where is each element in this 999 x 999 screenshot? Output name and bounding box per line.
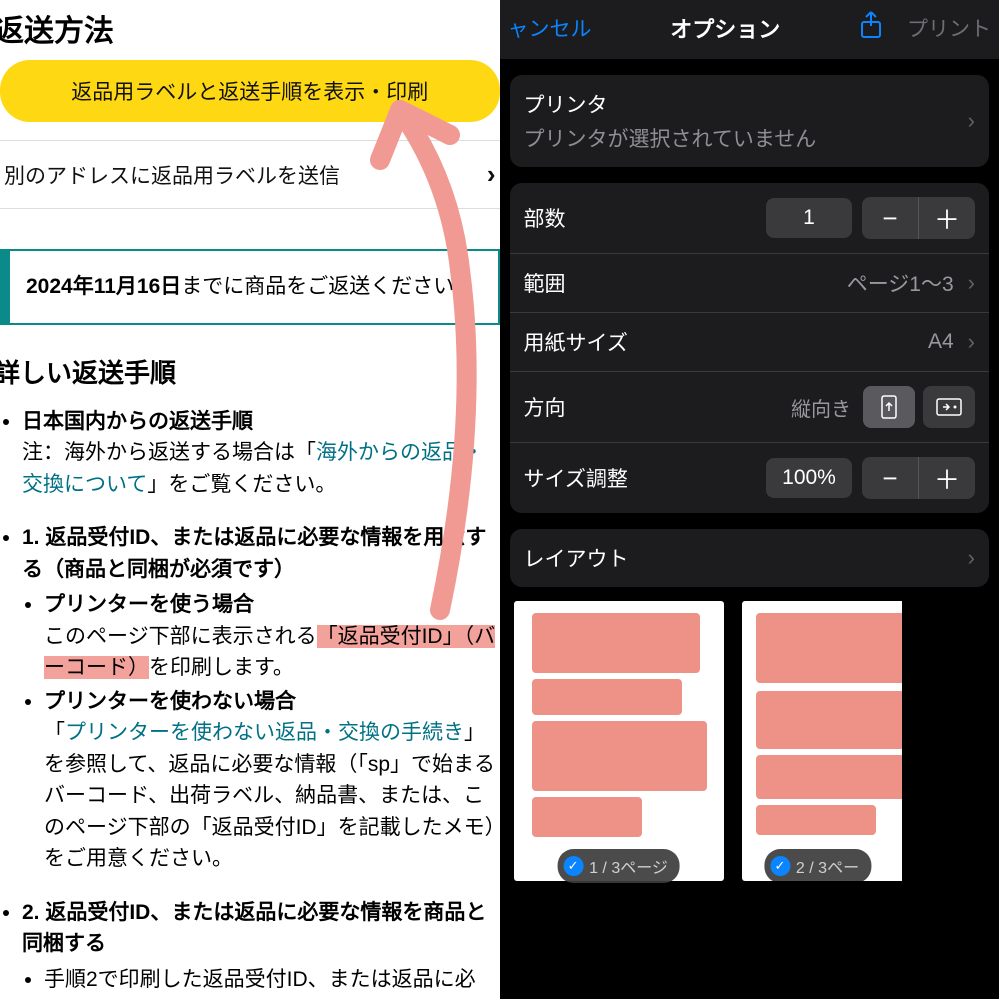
overseas-note: 注：海外から返送する場合は「海外からの返品・交換について」をご覧ください。 xyxy=(22,441,484,496)
orientation-label: 方向 xyxy=(524,392,566,422)
step1-heading: 1. 返品受付ID、または返品に必要な情報を用意する（商品と同梱が必須です） xyxy=(22,526,486,581)
deadline-date: 2024年11月16日 xyxy=(26,275,181,298)
scale-label: サイズ調整 xyxy=(524,463,628,493)
chevron-right-icon: › xyxy=(487,159,496,190)
scale-minus-button[interactable]: − xyxy=(862,457,918,499)
noprinter-procedure-link[interactable]: プリンターを使わない返品・交換の手続き xyxy=(65,721,464,744)
scale-value[interactable]: 100% xyxy=(766,458,852,498)
print-options-panel: ャンセル オプション プリント プリンタ プリンタが選択されていません › 部数… xyxy=(500,0,999,999)
step2-text: 手順2で印刷した返品受付ID、または返品に必 xyxy=(44,964,500,996)
return-instructions-panel: 返送方法 返品用ラベルと返送手順を表示・印刷 別のアドレスに返品用ラベルを送信 … xyxy=(0,0,500,999)
copies-value[interactable]: 1 xyxy=(766,198,852,238)
detailed-steps-heading: 詳しい返送手順 xyxy=(0,353,500,390)
range-label: 範囲 xyxy=(524,268,566,298)
chevron-right-icon: › xyxy=(968,329,975,355)
printer-case-heading: プリンターを使う場合 xyxy=(44,593,254,616)
range-row[interactable]: 範囲 ページ1〜3 › xyxy=(510,254,990,313)
send-label-to-address-row[interactable]: 別のアドレスに返品用ラベルを送信 › xyxy=(0,140,500,209)
page-thumbnails[interactable]: ✓ 1 / 3ページ ✓ 2 / 3ペー xyxy=(500,587,999,999)
send-label-text: 別のアドレスに返品用ラベルを送信 xyxy=(4,160,340,190)
step2-heading: 2. 返品受付ID、または返品に必要な情報を商品と同梱する xyxy=(22,901,486,956)
noprinter-case-heading: プリンターを使わない場合 xyxy=(44,690,296,713)
printer-value: プリンタが選択されていません xyxy=(524,123,817,153)
orientation-portrait-button[interactable] xyxy=(863,386,915,428)
return-deadline-notice: 2024年11月16日までに商品をご返送ください。 xyxy=(0,249,500,325)
scale-plus-button[interactable]: ＋ xyxy=(919,457,975,499)
check-icon: ✓ xyxy=(770,856,790,876)
print-button[interactable]: プリント xyxy=(907,13,991,43)
domestic-heading: 日本国内からの返送手順 xyxy=(22,410,253,433)
copies-plus-button[interactable]: ＋ xyxy=(919,197,975,239)
paper-size-row[interactable]: 用紙サイズ A4 › xyxy=(510,313,990,372)
layout-label: レイアウト xyxy=(524,543,629,573)
page-thumbnail-1[interactable]: ✓ 1 / 3ページ xyxy=(514,601,724,881)
chevron-right-icon: › xyxy=(968,545,975,571)
layout-group: レイアウト › xyxy=(510,529,990,587)
noprinter-case-text: 「プリンターを使わない返品・交換の手続き」を参照して、返品に必要な情報（「sp」… xyxy=(44,721,495,870)
copies-minus-button[interactable]: − xyxy=(862,197,918,239)
page-1-badge: ✓ 1 / 3ページ xyxy=(557,849,680,883)
printer-label: プリンタ xyxy=(524,89,608,119)
page-title: 返送方法 xyxy=(0,0,500,60)
orientation-row: 方向 縦向き xyxy=(510,372,990,443)
printer-case-text: このページ下部に表示される「返品受付ID」（バーコード）を印刷します。 xyxy=(44,625,495,680)
scale-row: サイズ調整 100% − ＋ xyxy=(510,443,990,513)
paper-size-value: A4 xyxy=(928,330,954,354)
scale-stepper: − ＋ xyxy=(862,457,975,499)
print-settings-group: 部数 1 − ＋ 範囲 ページ1〜3 › 用紙サイズ A4 › 方向 縦向き xyxy=(510,183,990,513)
show-print-label-button[interactable]: 返品用ラベルと返送手順を表示・印刷 xyxy=(0,60,500,122)
copies-stepper: − ＋ xyxy=(862,197,975,239)
paper-size-label: 用紙サイズ xyxy=(524,327,628,357)
range-value: ページ1〜3 xyxy=(847,268,954,298)
cancel-button[interactable]: ャンセル xyxy=(508,13,592,43)
share-icon[interactable] xyxy=(859,10,883,45)
deadline-rest: までに商品をご返送ください。 xyxy=(181,275,475,298)
page-thumbnail-2[interactable]: ✓ 2 / 3ペー xyxy=(742,601,902,881)
orientation-landscape-button[interactable] xyxy=(923,386,975,428)
chevron-right-icon: › xyxy=(968,108,975,134)
layout-row[interactable]: レイアウト › xyxy=(510,529,990,587)
copies-label: 部数 xyxy=(524,203,566,233)
orientation-value: 縦向き xyxy=(791,393,851,422)
nav-bar: ャンセル オプション プリント xyxy=(500,0,999,59)
options-title: オプション xyxy=(670,12,780,44)
check-icon: ✓ xyxy=(563,856,583,876)
copies-row: 部数 1 − ＋ xyxy=(510,183,990,254)
printer-row[interactable]: プリンタ プリンタが選択されていません › xyxy=(510,75,990,167)
steps-list: 日本国内からの返送手順 注：海外から返送する場合は「海外からの返品・交換について… xyxy=(0,406,500,996)
page-2-badge: ✓ 2 / 3ペー xyxy=(764,849,871,881)
chevron-right-icon: › xyxy=(968,270,975,296)
printer-group: プリンタ プリンタが選択されていません › xyxy=(510,75,990,167)
